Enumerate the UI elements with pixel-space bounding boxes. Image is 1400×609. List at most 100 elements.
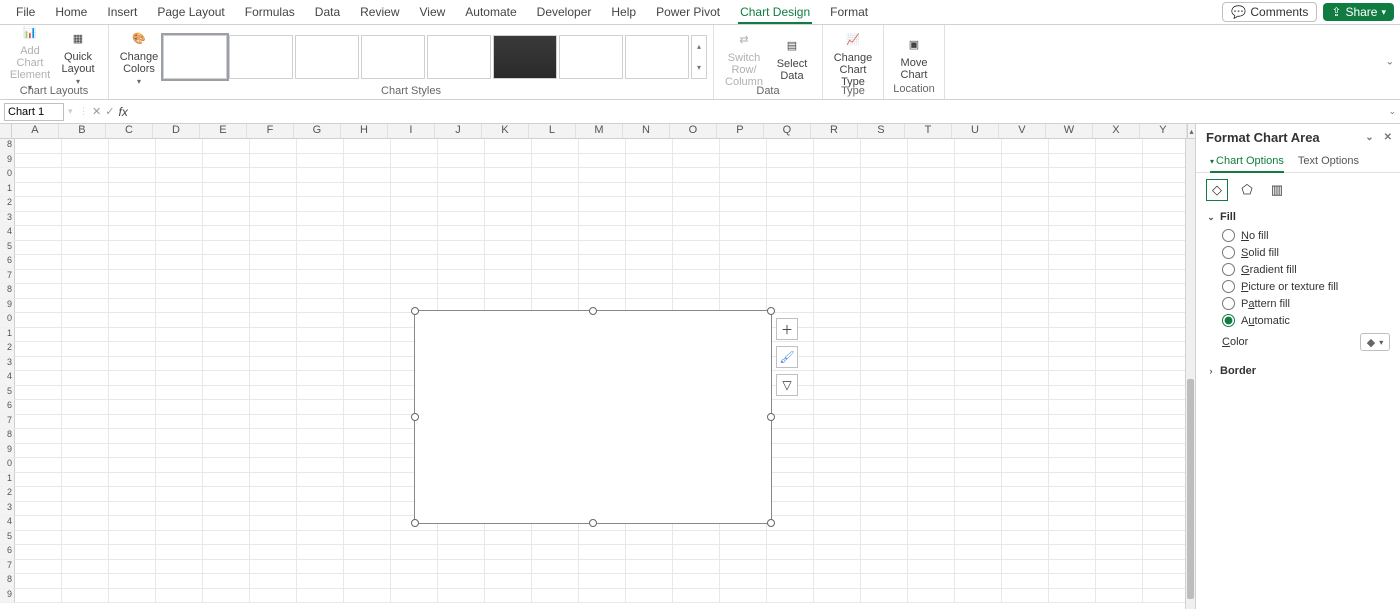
cell[interactable] bbox=[62, 400, 109, 415]
cell[interactable] bbox=[1002, 473, 1049, 488]
cell[interactable] bbox=[391, 212, 438, 227]
cell[interactable] bbox=[673, 284, 720, 299]
cell[interactable] bbox=[955, 545, 1002, 560]
cell[interactable] bbox=[767, 241, 814, 256]
cell[interactable] bbox=[579, 139, 626, 154]
cell[interactable] bbox=[767, 400, 814, 415]
cell[interactable] bbox=[109, 444, 156, 459]
cell[interactable] bbox=[1049, 313, 1096, 328]
cell[interactable] bbox=[297, 516, 344, 531]
fill-no-fill[interactable]: NNo fillo fill bbox=[1222, 229, 1390, 242]
cell[interactable] bbox=[62, 212, 109, 227]
column-header[interactable]: C bbox=[106, 124, 153, 138]
row-header[interactable]: 7 bbox=[0, 415, 15, 430]
cell[interactable] bbox=[391, 560, 438, 575]
cell[interactable] bbox=[15, 255, 62, 270]
cell[interactable] bbox=[720, 531, 767, 546]
cell[interactable] bbox=[1143, 299, 1190, 314]
cell[interactable] bbox=[1096, 589, 1143, 604]
cell[interactable] bbox=[250, 342, 297, 357]
row-header[interactable]: 6 bbox=[0, 545, 15, 560]
cell[interactable] bbox=[1096, 560, 1143, 575]
cell[interactable] bbox=[1096, 241, 1143, 256]
cell[interactable] bbox=[297, 473, 344, 488]
chart-style-5[interactable] bbox=[427, 35, 491, 79]
tab-help[interactable]: Help bbox=[601, 1, 646, 23]
cell[interactable] bbox=[861, 371, 908, 386]
cell[interactable] bbox=[62, 313, 109, 328]
cell[interactable] bbox=[1143, 328, 1190, 343]
cell[interactable] bbox=[1049, 154, 1096, 169]
cell[interactable] bbox=[673, 168, 720, 183]
column-header[interactable]: H bbox=[341, 124, 388, 138]
cell[interactable] bbox=[109, 168, 156, 183]
cell[interactable] bbox=[626, 589, 673, 604]
cell[interactable] bbox=[109, 429, 156, 444]
cell[interactable] bbox=[1143, 183, 1190, 198]
cell[interactable] bbox=[1002, 487, 1049, 502]
cell[interactable] bbox=[579, 284, 626, 299]
cell[interactable] bbox=[720, 241, 767, 256]
cell[interactable] bbox=[767, 226, 814, 241]
cell[interactable] bbox=[485, 212, 532, 227]
cell[interactable] bbox=[955, 589, 1002, 604]
cell[interactable] bbox=[250, 299, 297, 314]
row-header[interactable]: 6 bbox=[0, 255, 15, 270]
cell[interactable] bbox=[297, 502, 344, 517]
cell[interactable] bbox=[109, 212, 156, 227]
cell[interactable] bbox=[156, 270, 203, 285]
cell[interactable] bbox=[908, 357, 955, 372]
cell[interactable] bbox=[673, 197, 720, 212]
cell[interactable] bbox=[1096, 328, 1143, 343]
cell[interactable] bbox=[62, 473, 109, 488]
cell[interactable] bbox=[1096, 531, 1143, 546]
cell[interactable] bbox=[344, 342, 391, 357]
namebox-dropdown-icon[interactable]: ▾ bbox=[68, 106, 73, 117]
cell[interactable] bbox=[297, 545, 344, 560]
cell[interactable] bbox=[767, 574, 814, 589]
cell[interactable] bbox=[720, 168, 767, 183]
column-header[interactable]: A bbox=[12, 124, 59, 138]
cell[interactable] bbox=[109, 516, 156, 531]
cell[interactable] bbox=[438, 255, 485, 270]
cell[interactable] bbox=[1096, 357, 1143, 372]
cell[interactable] bbox=[955, 400, 1002, 415]
cell[interactable] bbox=[203, 444, 250, 459]
cell[interactable] bbox=[861, 154, 908, 169]
cell[interactable] bbox=[720, 574, 767, 589]
cell[interactable] bbox=[62, 226, 109, 241]
row-header[interactable]: 3 bbox=[0, 212, 15, 227]
cell[interactable] bbox=[438, 183, 485, 198]
cell[interactable] bbox=[203, 574, 250, 589]
cell[interactable] bbox=[1096, 415, 1143, 430]
cell[interactable] bbox=[955, 386, 1002, 401]
cell[interactable] bbox=[908, 560, 955, 575]
cell[interactable] bbox=[814, 473, 861, 488]
cell[interactable] bbox=[1143, 531, 1190, 546]
cell[interactable] bbox=[485, 255, 532, 270]
cell[interactable] bbox=[720, 284, 767, 299]
cell[interactable] bbox=[1049, 429, 1096, 444]
cell[interactable] bbox=[861, 313, 908, 328]
cell[interactable] bbox=[861, 299, 908, 314]
cell[interactable] bbox=[1143, 458, 1190, 473]
cell[interactable] bbox=[156, 531, 203, 546]
cell[interactable] bbox=[908, 429, 955, 444]
cell[interactable] bbox=[109, 386, 156, 401]
cell[interactable] bbox=[814, 574, 861, 589]
cell[interactable] bbox=[156, 400, 203, 415]
cell[interactable] bbox=[955, 415, 1002, 430]
cell[interactable] bbox=[1049, 444, 1096, 459]
cell[interactable] bbox=[532, 183, 579, 198]
cell[interactable] bbox=[250, 371, 297, 386]
cell[interactable] bbox=[1096, 255, 1143, 270]
cell[interactable] bbox=[861, 284, 908, 299]
fill-solid[interactable]: Solid fill bbox=[1222, 246, 1390, 259]
cell[interactable] bbox=[861, 357, 908, 372]
cell[interactable] bbox=[203, 386, 250, 401]
row-header[interactable]: 3 bbox=[0, 357, 15, 372]
cell[interactable] bbox=[250, 241, 297, 256]
cell[interactable] bbox=[1049, 545, 1096, 560]
cell[interactable] bbox=[203, 168, 250, 183]
cell[interactable] bbox=[156, 444, 203, 459]
